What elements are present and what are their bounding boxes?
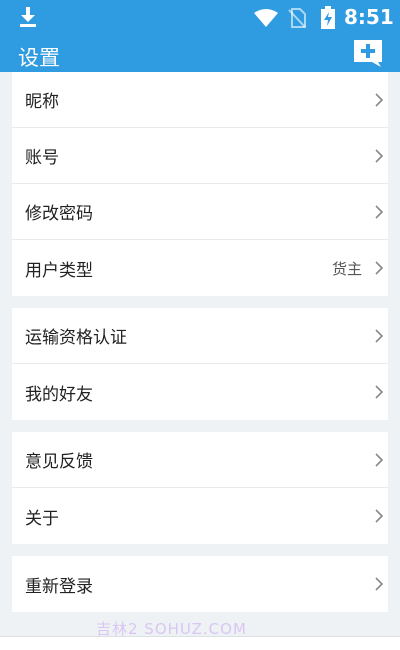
- row-label: 我的好友: [25, 384, 93, 405]
- settings-list: 昵称 账号 修改密码 用户类型 货主 运输资格认证 我的好友 意见反馈 关于 重…: [0, 72, 400, 612]
- settings-group-social: 运输资格认证 我的好友: [12, 308, 388, 420]
- chevron-right-icon: [375, 453, 384, 467]
- page-title: 设置: [18, 46, 60, 70]
- chevron-right-icon: [375, 577, 384, 591]
- chevron-right-icon: [375, 261, 384, 275]
- chevron-right-icon: [375, 329, 384, 343]
- row-account[interactable]: 账号: [12, 128, 388, 184]
- row-transport-qualification[interactable]: 运输资格认证: [12, 308, 388, 364]
- status-time: 8:51: [344, 5, 394, 29]
- chevron-right-icon: [375, 385, 384, 399]
- no-sim-icon: [288, 8, 306, 28]
- row-label: 关于: [25, 508, 59, 529]
- wifi-icon: [254, 9, 278, 27]
- row-label: 修改密码: [25, 204, 93, 224]
- row-label: 重新登录: [25, 576, 93, 597]
- row-label: 用户类型: [25, 260, 93, 281]
- row-relogin[interactable]: 重新登录: [12, 556, 388, 612]
- status-bar: 8:51: [0, 0, 400, 36]
- bottom-nav-strip: [0, 636, 400, 650]
- chevron-right-icon: [375, 205, 384, 219]
- download-icon: [20, 7, 36, 27]
- row-change-password[interactable]: 修改密码: [12, 184, 388, 240]
- settings-group-account: 昵称 账号 修改密码 用户类型 货主: [12, 72, 388, 296]
- row-my-friends[interactable]: 我的好友: [12, 364, 388, 420]
- chevron-right-icon: [375, 509, 384, 523]
- chevron-right-icon: [375, 93, 384, 107]
- row-label: 运输资格认证: [25, 328, 127, 348]
- battery-charging-icon: [321, 6, 335, 29]
- row-feedback[interactable]: 意见反馈: [12, 432, 388, 488]
- row-label: 意见反馈: [25, 452, 93, 472]
- row-user-type[interactable]: 用户类型 货主: [12, 240, 388, 296]
- settings-group-support: 意见反馈 关于: [12, 432, 388, 544]
- settings-group-session: 重新登录: [12, 556, 388, 612]
- row-label: 账号: [25, 148, 59, 168]
- add-message-icon[interactable]: [352, 38, 384, 68]
- row-nickname[interactable]: 昵称: [12, 72, 388, 128]
- chevron-right-icon: [375, 149, 384, 163]
- row-value: 货主: [331, 259, 362, 278]
- row-about[interactable]: 关于: [12, 488, 388, 544]
- row-label: 昵称: [25, 92, 59, 112]
- app-header: 8:51 设置: [0, 0, 400, 72]
